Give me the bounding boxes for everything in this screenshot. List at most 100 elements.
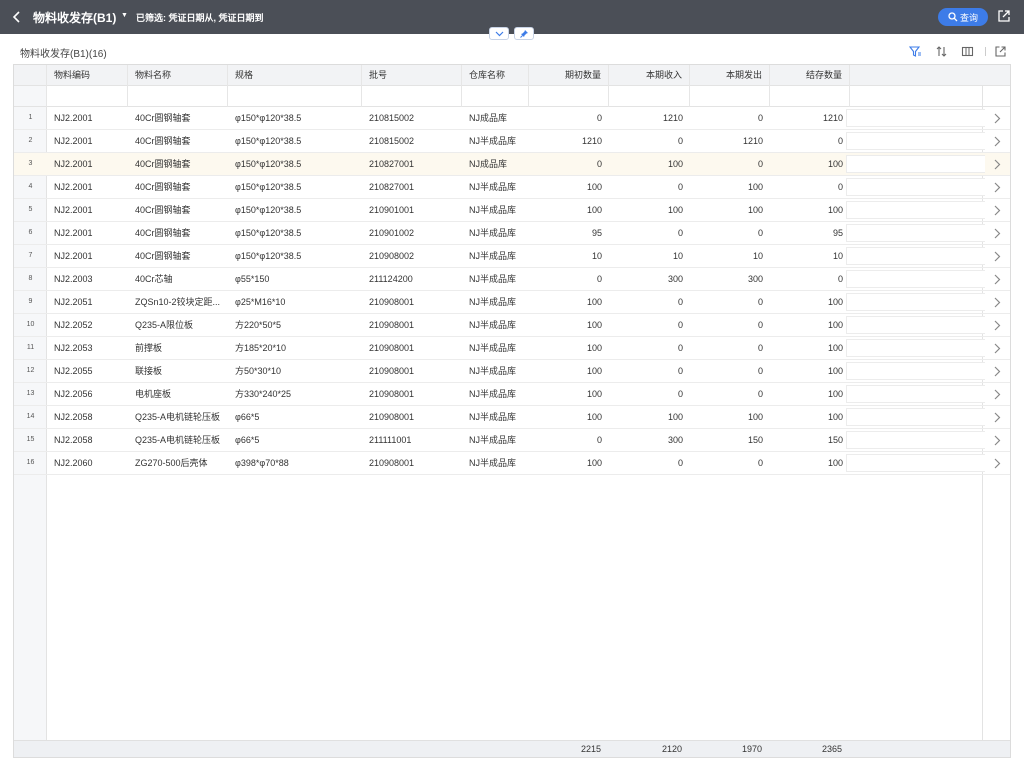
cell-batch: 210901002 (369, 228, 415, 238)
cell-received: 100 (667, 412, 683, 422)
chevron-right-icon[interactable] (992, 389, 1002, 400)
cell-name: ZG270-500后壳体 (135, 458, 208, 468)
export-list-icon[interactable] (994, 45, 1007, 58)
cell-name: 40Cr圆钢轴套 (135, 182, 191, 192)
column-header-opening-qty[interactable]: 期初数量 (529, 65, 609, 86)
row-number: 5 (28, 206, 33, 213)
cell-balance: 100 (827, 412, 843, 422)
chevron-right-icon[interactable] (992, 251, 1002, 262)
pin-button[interactable] (514, 27, 534, 40)
caret-down-icon[interactable]: ▼ (121, 12, 128, 19)
query-label: 查询 (959, 12, 978, 23)
table-row[interactable]: 6 NJ2.2001 40Cr圆钢轴套 φ150*φ120*38.5 210901002… (14, 222, 1010, 245)
column-header-balance[interactable]: 结存数量 (770, 65, 850, 86)
chevron-right-icon[interactable] (992, 320, 1002, 331)
cell-spec: 方330*240*25 (235, 389, 292, 399)
cell-opening-qty: 100 (586, 205, 602, 215)
table-row[interactable]: 11 NJ2.2053 前撑板 方185*20*10 210908001 NJ半成品库 10… (14, 337, 1010, 360)
cell-received: 0 (677, 136, 683, 146)
column-header-name[interactable]: 物料名称 (128, 65, 228, 86)
cell-spec: φ150*φ120*38.5 (235, 251, 302, 261)
column-header-warehouse[interactable]: 仓库名称 (462, 65, 529, 86)
table-row[interactable]: 8 NJ2.2003 40Cr芯轴 φ55*150 211124200 NJ半成品库 0 30… (14, 268, 1010, 291)
cell-warehouse: NJ半成品库 (469, 320, 516, 330)
cell-spec: φ150*φ120*38.5 (235, 113, 302, 123)
chevron-right-icon[interactable] (992, 297, 1002, 308)
cell-received: 0 (677, 297, 683, 307)
table-row[interactable]: 7 NJ2.2001 40Cr圆钢轴套 φ150*φ120*38.5 210908002… (14, 245, 1010, 268)
cell-balance: 95 (832, 228, 843, 238)
cell-batch: 211124200 (369, 274, 413, 284)
filter-input-balance[interactable] (770, 86, 850, 107)
filter-input-received[interactable] (609, 86, 690, 107)
chevron-right-icon[interactable] (992, 113, 1002, 124)
filter-input-code[interactable] (47, 86, 128, 107)
table-row[interactable]: 15 NJ2.2058 Q235-A电机链轮压板 φ66*5 211111001 NJ半成… (14, 429, 1010, 452)
cell-balance: 100 (827, 366, 843, 376)
chevron-right-icon[interactable] (992, 205, 1002, 216)
cell-received: 0 (677, 182, 683, 192)
table-row[interactable]: 13 NJ2.2056 电机座板 方330*240*25 210908001 NJ半成品库… (14, 383, 1010, 406)
column-header-spec[interactable]: 规格 (228, 65, 362, 86)
cell-received: 10 (672, 251, 683, 261)
filter-input-opening-qty[interactable] (529, 86, 609, 107)
export-icon[interactable] (997, 9, 1011, 23)
cell-balance: 100 (827, 159, 843, 169)
cell-code: NJ2.2003 (54, 274, 93, 284)
table-row[interactable]: 2 NJ2.2001 40Cr圆钢轴套 φ150*φ120*38.5 210815002… (14, 130, 1010, 153)
cell-opening-qty: 100 (586, 412, 602, 422)
cell-code: NJ2.2055 (54, 366, 93, 376)
table-row[interactable]: 9 NJ2.2051 ZQSn10-2铰块定距... φ25*M16*10 210908… (14, 291, 1010, 314)
table-row[interactable]: 14 NJ2.2058 Q235-A电机链轮压板 φ66*5 210908001 NJ半成… (14, 406, 1010, 429)
query-button[interactable]: 查询 (938, 8, 988, 26)
pin-icon (519, 30, 528, 38)
cell-code: NJ2.2053 (54, 343, 93, 353)
cell-batch: 210901001 (369, 205, 415, 215)
chevron-right-icon[interactable] (992, 458, 1002, 469)
table-row[interactable]: 12 NJ2.2055 联接板 方50*30*10 210908001 NJ半成品库 100… (14, 360, 1010, 383)
table-row[interactable]: 3 NJ2.2001 40Cr圆钢轴套 φ150*φ120*38.5 210827001… (14, 153, 1010, 176)
table-row[interactable]: 16 NJ2.2060 ZG270-500后壳体 φ398*φ70*88 2109080… (14, 452, 1010, 475)
filter-input-spec[interactable] (228, 86, 362, 107)
cell-code: NJ2.2001 (54, 136, 93, 146)
cell-issued: 0 (757, 389, 763, 399)
filter-corner (14, 86, 47, 107)
column-header-code[interactable]: 物料编码 (47, 65, 128, 86)
cell-received: 300 (667, 274, 683, 284)
table-row[interactable]: 1 NJ2.2001 40Cr圆钢轴套 φ150*φ120*38.5 210815002… (14, 107, 1010, 130)
column-header-received[interactable]: 本期收入 (609, 65, 690, 86)
back-chevron-left-icon[interactable] (10, 9, 24, 25)
cell-batch: 210908001 (369, 458, 415, 468)
filter-input-warehouse[interactable] (462, 86, 529, 107)
column-header-issued[interactable]: 本期发出 (690, 65, 770, 86)
chevron-right-icon[interactable] (992, 182, 1002, 193)
filter-input-batch[interactable] (362, 86, 462, 107)
table-row[interactable]: 4 NJ2.2001 40Cr圆钢轴套 φ150*φ120*38.5 210827001… (14, 176, 1010, 199)
filter-input-name[interactable] (128, 86, 228, 107)
cell-received: 0 (677, 228, 683, 238)
chevron-right-icon[interactable] (992, 343, 1002, 354)
chevron-right-icon[interactable] (992, 435, 1002, 446)
row-spacer (846, 132, 985, 150)
cell-issued: 0 (757, 343, 763, 353)
chevron-right-icon[interactable] (992, 412, 1002, 423)
column-header-batch[interactable]: 批号 (362, 65, 462, 86)
filter-input-issued[interactable] (690, 86, 770, 107)
page-title[interactable]: 物料收发存(B1) (33, 9, 116, 26)
chevron-right-icon[interactable] (992, 159, 1002, 170)
collapse-button[interactable] (489, 27, 509, 40)
filter-icon[interactable] (909, 45, 922, 58)
sort-icon[interactable] (935, 45, 948, 58)
cell-warehouse: NJ半成品库 (469, 228, 516, 238)
table-row[interactable]: 5 NJ2.2001 40Cr圆钢轴套 φ150*φ120*38.5 210901001… (14, 199, 1010, 222)
chevron-right-icon[interactable] (992, 366, 1002, 377)
row-number: 11 (26, 344, 35, 351)
chevron-right-icon[interactable] (992, 136, 1002, 147)
chevron-right-icon[interactable] (992, 228, 1002, 239)
chevron-right-icon[interactable] (992, 274, 1002, 285)
row-number: 16 (26, 459, 35, 466)
cell-issued: 0 (757, 113, 763, 123)
columns-icon[interactable] (961, 45, 974, 58)
cell-opening-qty: 95 (591, 228, 602, 238)
table-row[interactable]: 10 NJ2.2052 Q235-A限位板 方220*50*5 210908001 NJ半… (14, 314, 1010, 337)
